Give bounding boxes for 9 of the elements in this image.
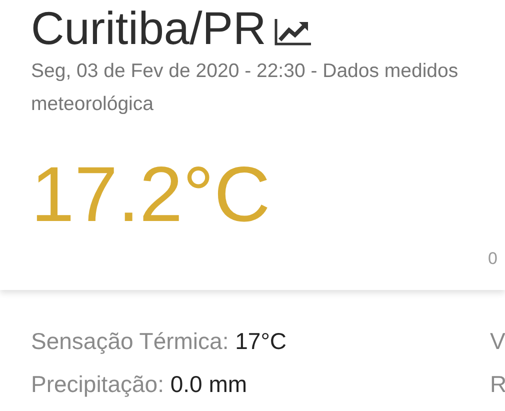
subtitle-text: meteorológica (31, 92, 154, 115)
detail-text: V (490, 327, 505, 356)
detail-text: Precipitação: 0.0 mm (31, 370, 248, 399)
side-reading: 0 (488, 248, 498, 270)
trending-chart-icon[interactable] (274, 17, 312, 48)
city-title: Curitiba/PR (31, 2, 266, 55)
detail-text: Sensação Térmica: 17°C (31, 327, 287, 356)
temperature-reading: 17.2°C (31, 154, 272, 233)
subtitle-text: Seg, 03 de Fev de 2020 - 22:30 - Dados medidos (31, 60, 458, 82)
